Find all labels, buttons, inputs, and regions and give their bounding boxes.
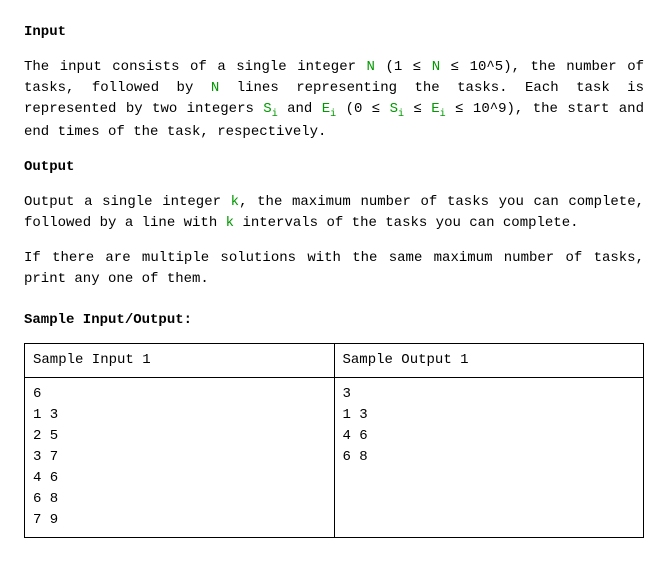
text: intervals of the tasks you can complete.: [234, 215, 578, 231]
var-k: k: [226, 215, 234, 231]
text: The input consists of a single integer: [24, 59, 367, 75]
var-e: E: [431, 101, 439, 117]
output-paragraph-1: Output a single integer k, the maximum n…: [24, 192, 644, 234]
var-n: N: [432, 59, 440, 75]
sample-output-header: Sample Output 1: [334, 343, 644, 377]
table-row: Sample Input 1 Sample Output 1: [25, 343, 644, 377]
var-k: k: [231, 194, 239, 210]
output-paragraph-2: If there are multiple solutions with the…: [24, 248, 644, 290]
table-row: 6 1 3 2 5 3 7 4 6 6 8 7 9 3 1 3 4 6 6 8: [25, 377, 644, 537]
sample-input-header: Sample Input 1: [25, 343, 335, 377]
var-s: S: [390, 101, 398, 117]
text: (0 ≤: [336, 101, 389, 117]
sample-io-heading: Sample Input/Output:: [24, 310, 644, 331]
sample-table: Sample Input 1 Sample Output 1 6 1 3 2 5…: [24, 343, 644, 538]
input-heading: Input: [24, 22, 644, 43]
text: (1 ≤: [375, 59, 432, 75]
sample-input-cell: 6 1 3 2 5 3 7 4 6 6 8 7 9: [25, 377, 335, 537]
sample-output-cell: 3 1 3 4 6 6 8: [334, 377, 644, 537]
var-n: N: [367, 59, 375, 75]
output-heading: Output: [24, 157, 644, 178]
var-e: E: [322, 101, 330, 117]
var-n: N: [211, 80, 219, 96]
input-paragraph: The input consists of a single integer N…: [24, 57, 644, 143]
text: ≤: [404, 101, 431, 117]
var-s: S: [263, 101, 271, 117]
text: Output a single integer: [24, 194, 231, 210]
text: and: [278, 101, 322, 117]
